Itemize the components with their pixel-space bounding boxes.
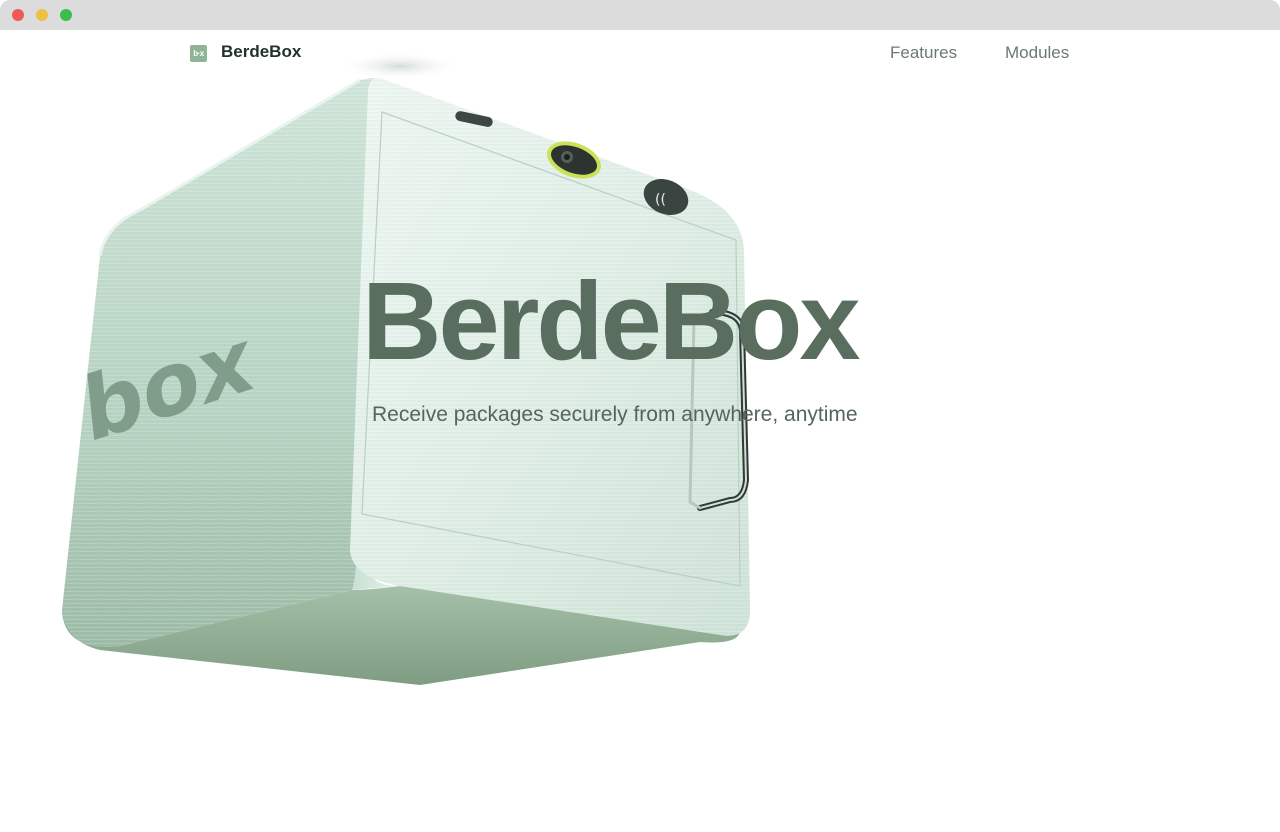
maximize-window-button[interactable]: [60, 9, 72, 21]
minimize-window-button[interactable]: [36, 9, 48, 21]
top-navigation: b·x BerdeBox Features Modules: [0, 30, 1280, 76]
brand-name[interactable]: BerdeBox: [221, 42, 301, 62]
svg-text:((: ((: [655, 192, 666, 208]
browser-titlebar: [0, 0, 1280, 30]
brand-logo-icon[interactable]: b·x: [190, 45, 207, 62]
nav-link-modules[interactable]: Modules: [1005, 43, 1069, 63]
hero-subtitle: Receive packages securely from anywhere,…: [372, 403, 858, 426]
landing-page: (( box b·x BerdeBox Features Modules Ber…: [0, 30, 1280, 832]
nav-link-features[interactable]: Features: [890, 43, 957, 63]
hero-title: BerdeBox: [362, 260, 861, 383]
close-window-button[interactable]: [12, 9, 24, 21]
product-box-illustration: (( box: [62, 52, 750, 685]
